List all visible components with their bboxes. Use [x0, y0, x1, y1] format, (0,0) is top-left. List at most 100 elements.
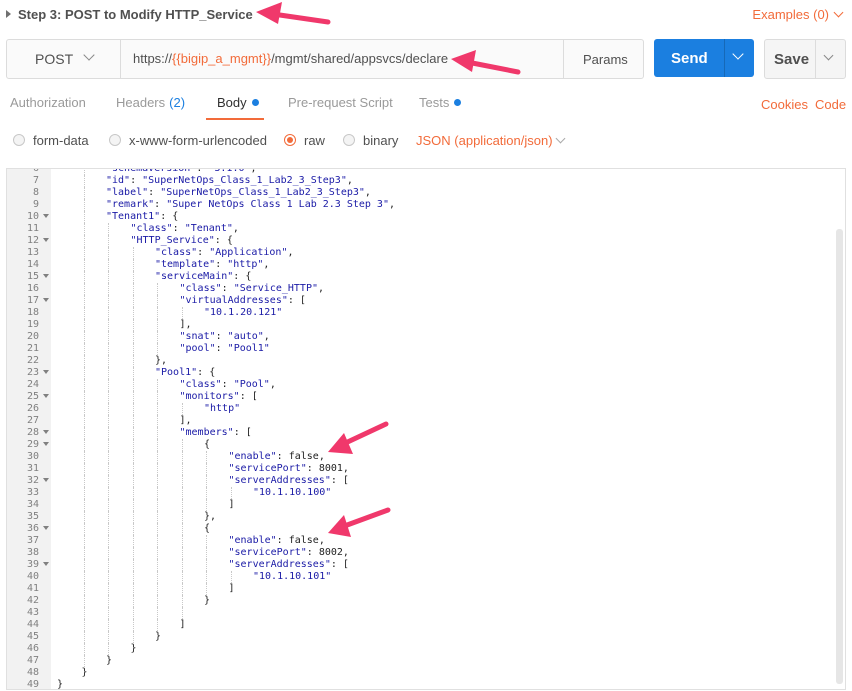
indent-guide: [132, 571, 134, 583]
indent-guide: [157, 547, 158, 559]
tab-tests[interactable]: Tests: [419, 95, 462, 110]
radio-form-data[interactable]: form-data: [13, 133, 89, 148]
tab-pre-request-script[interactable]: Pre-request Script: [288, 95, 393, 110]
code-text: "Pool1": {: [155, 367, 216, 378]
fold-arrow-icon[interactable]: [43, 274, 49, 278]
code-text: "Tenant1": {: [106, 211, 179, 222]
cookies-link[interactable]: Cookies: [761, 97, 808, 112]
fold-arrow-icon[interactable]: [43, 214, 49, 218]
code-line: 44]: [7, 619, 835, 631]
indent-guide: [83, 535, 85, 547]
code-line: 11 "class": "Tenant",: [7, 223, 835, 235]
indent-guide: [181, 559, 183, 571]
fold-arrow-icon[interactable]: [43, 238, 49, 242]
code-text: "serviceMain": {: [155, 271, 252, 282]
line-number: 13: [26, 247, 39, 258]
request-url-bar: POST https://{{bigip_a_mgmt}}/mgmt/share…: [6, 39, 644, 79]
code-line: 31 "servicePort": 8001,: [7, 463, 835, 475]
code-text: "10.1.10.101": [253, 571, 332, 582]
fold-arrow-icon[interactable]: [43, 562, 49, 566]
url-input[interactable]: https://{{bigip_a_mgmt}}/mgmt/shared/app…: [133, 51, 448, 66]
indent-guide: [181, 487, 183, 499]
indent-guide: [83, 463, 85, 475]
line-number: 33: [26, 487, 39, 498]
code-line: 34]: [7, 499, 835, 511]
chevron-down-icon[interactable]: [555, 133, 566, 144]
tab-headers[interactable]: Headers (2): [116, 95, 185, 110]
examples-dropdown[interactable]: Examples (0): [752, 7, 844, 22]
indent-guide: [181, 607, 183, 619]
indent-guide: [83, 415, 85, 427]
fold-arrow-icon[interactable]: [43, 298, 49, 302]
radio-raw[interactable]: raw: [284, 133, 325, 148]
fold-arrow-icon[interactable]: [43, 430, 49, 434]
fold-arrow-icon[interactable]: [43, 478, 49, 482]
indent-guide: [132, 307, 134, 319]
indent-guide: [108, 307, 109, 319]
params-button[interactable]: Params: [563, 40, 644, 78]
code-text: "snat": "auto",: [179, 331, 270, 342]
indent-guide: [157, 571, 158, 583]
indent-guide: [108, 427, 109, 439]
indent-guide: [181, 511, 183, 523]
url-path: /mgmt/shared/appsvcs/declare: [271, 51, 449, 66]
indent-guide: [83, 367, 85, 379]
code-line: 49}: [7, 679, 835, 689]
indent-guide: [83, 331, 85, 343]
send-button[interactable]: Send: [654, 39, 754, 77]
line-number: 34: [26, 499, 39, 510]
fold-arrow-icon[interactable]: [43, 526, 49, 530]
radio-x-www-form-urlencoded[interactable]: x-www-form-urlencoded: [109, 133, 267, 148]
indent-guide: [157, 535, 158, 547]
line-number: 14: [26, 259, 39, 270]
radio-binary[interactable]: binary: [343, 133, 398, 148]
params-label: Params: [583, 52, 628, 67]
request-tabs: Authorization Headers (2) Body Pre-reques…: [0, 88, 852, 122]
indent-guide: [181, 499, 183, 511]
indent-guide: [83, 487, 85, 499]
code-line: 48}: [7, 667, 835, 679]
code-editor[interactable]: 6 "schemaVersion": "3.1.0", 7 "id": "SuperN…: [6, 168, 846, 690]
code-text: "id": "SuperNetOps_Class_1_Lab2_3_Step3"…: [106, 175, 353, 186]
code-text: "enable": false,: [228, 535, 325, 546]
save-button[interactable]: Save: [764, 39, 846, 79]
indent-guide: [83, 499, 85, 511]
code-text: ]: [228, 583, 235, 594]
code-text: ]: [228, 499, 235, 510]
content-type-select[interactable]: JSON (application/json): [416, 133, 553, 148]
body-indicator-dot: [251, 99, 259, 106]
tab-body[interactable]: Body: [217, 95, 259, 110]
code-text: }: [155, 631, 162, 642]
indent-guide: [83, 355, 85, 367]
radio-label: x-www-form-urlencoded: [129, 133, 267, 148]
editor-scrollbar[interactable]: [836, 229, 843, 684]
line-number: 8: [32, 187, 39, 198]
method-label: POST: [35, 51, 74, 67]
method-select[interactable]: POST: [7, 40, 121, 78]
line-number: 43: [26, 607, 39, 618]
indent-guide: [181, 439, 183, 451]
url-variable: {{bigip_a_mgmt}}: [172, 51, 272, 66]
fold-arrow-icon[interactable]: [43, 370, 49, 374]
tab-label: Tests: [419, 95, 450, 110]
fold-arrow-icon[interactable]: [43, 442, 49, 446]
tab-authorization[interactable]: Authorization: [10, 95, 86, 110]
request-title-bar: Step 3: POST to Modify HTTP_Service Exam…: [0, 0, 852, 30]
code-text: "monitors": [: [179, 391, 258, 402]
collapse-caret-icon[interactable]: [6, 10, 11, 18]
indent-guide: [108, 355, 109, 367]
indent-guide: [83, 343, 85, 355]
send-options-chevron-icon[interactable]: [732, 48, 744, 60]
fold-arrow-icon[interactable]: [43, 394, 49, 398]
indent-guide: [108, 415, 109, 427]
line-number: 42: [26, 595, 39, 606]
indent-guide: [83, 571, 85, 583]
indent-guide: [83, 271, 85, 283]
request-title[interactable]: Step 3: POST to Modify HTTP_Service: [18, 7, 253, 22]
save-options-chevron-icon[interactable]: [823, 50, 834, 61]
code-link[interactable]: Code: [815, 97, 846, 112]
line-number: 17: [26, 295, 39, 306]
indent-guide: [181, 571, 183, 583]
code-line: 21 "pool": "Pool1": [7, 343, 835, 355]
indent-guide: [108, 535, 109, 547]
